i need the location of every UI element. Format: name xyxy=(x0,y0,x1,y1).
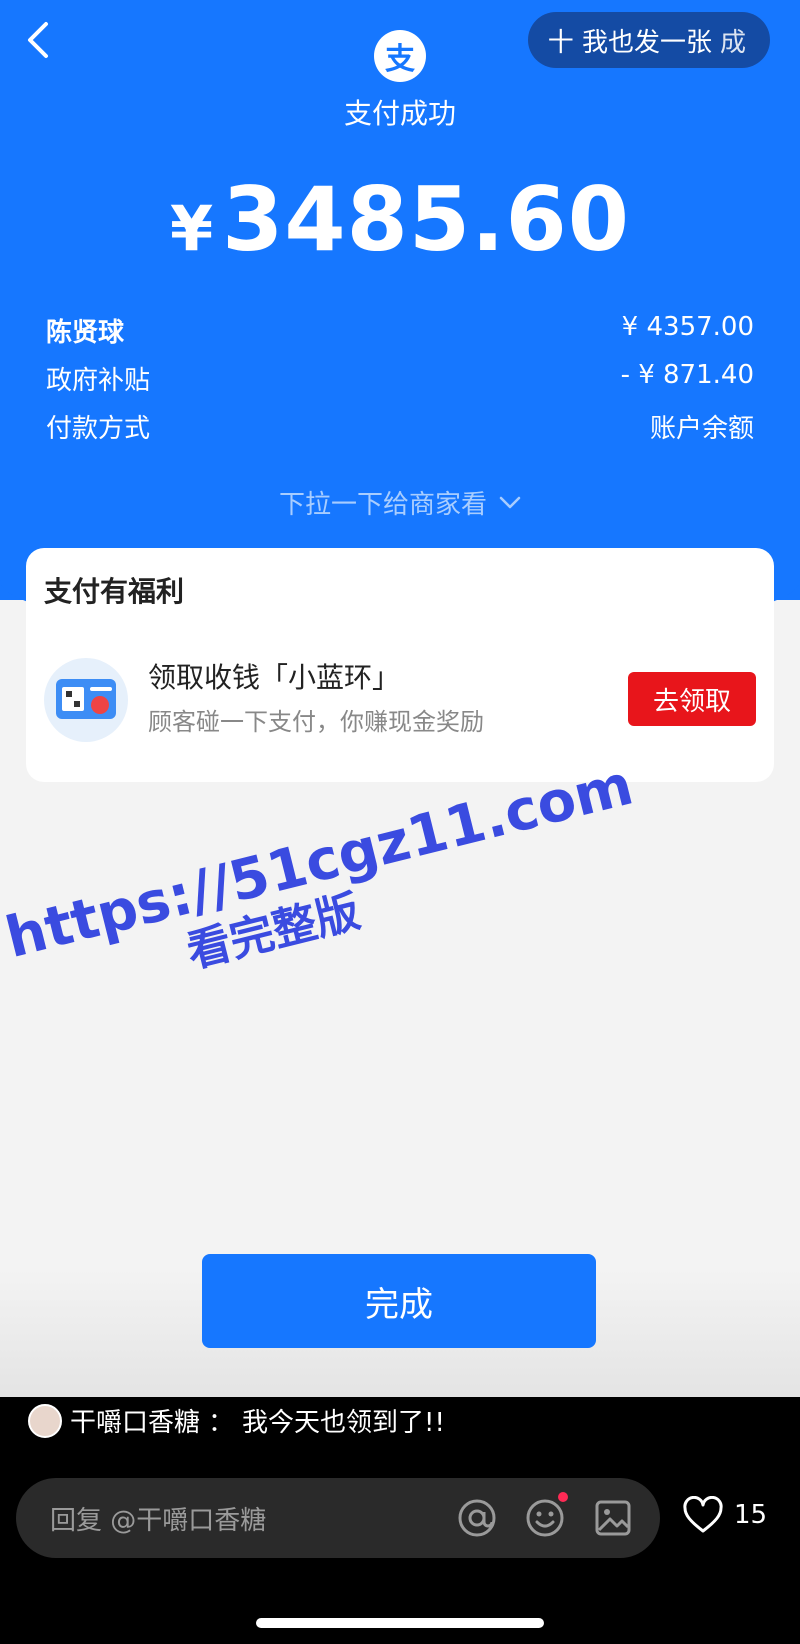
currency-symbol: ¥ xyxy=(170,192,215,265)
status-title: 支付成功 xyxy=(343,97,456,130)
back-button[interactable] xyxy=(18,18,58,62)
done-button[interactable]: 完成 xyxy=(202,1254,596,1348)
commenter-avatar xyxy=(28,1403,62,1438)
home-indicator xyxy=(256,1618,544,1628)
reply-placeholder: 回复 @干嚼口香糖 xyxy=(50,1505,267,1536)
like-count: 15 xyxy=(734,1500,768,1530)
payment-success-screen: 十 我也发一张成 支 支付成功 ¥3485.60 陈贤球 ¥ 4357.00 政… xyxy=(0,0,800,1397)
image-button[interactable] xyxy=(592,1492,634,1544)
alipay-logo-icon: 支 xyxy=(374,30,426,82)
share-label: 十 我也发一张 xyxy=(547,27,712,58)
blue-ring-promo-image xyxy=(44,658,128,742)
payment-method-label: 付款方式 xyxy=(46,414,151,444)
at-icon xyxy=(458,1499,496,1537)
pull-hint-text: 下拉一下给商家看 xyxy=(278,490,487,520)
like-button[interactable]: 15 xyxy=(682,1496,767,1534)
mention-button[interactable] xyxy=(456,1492,498,1544)
heart-icon xyxy=(683,1496,723,1533)
detail-row-payee: 陈贤球 ¥ 4357.00 xyxy=(46,312,754,349)
claim-button[interactable]: 去领取 xyxy=(628,672,756,726)
comment-separator: ： xyxy=(208,1408,235,1438)
reply-input[interactable]: 回复 @干嚼口香糖 xyxy=(16,1478,660,1558)
watermark: https://51cgz11.com 看完整版 xyxy=(0,752,639,1021)
promo-title: 领取收钱「小蓝环」 xyxy=(148,661,401,694)
image-icon xyxy=(595,1500,631,1536)
promo-subtitle: 顾客碰一下支付，你赚现金奖励 xyxy=(148,708,484,736)
chevron-down-icon xyxy=(499,496,521,508)
detail-row-method: 付款方式 账户余额 xyxy=(46,408,754,445)
comment-text: 我今天也领到了!! xyxy=(242,1408,445,1438)
pull-down-hint[interactable]: 下拉一下给商家看 xyxy=(0,484,800,521)
reply-toolbar xyxy=(456,1492,634,1544)
chevron-left-icon xyxy=(28,22,48,58)
benefit-card-title: 支付有福利 xyxy=(44,575,185,608)
logo-char: 支 xyxy=(385,42,415,77)
share-suffix: 成 xyxy=(719,27,746,58)
benefit-card: 支付有福利 领取收钱「小蓝环」 顾客碰一下支付，你赚现金奖励 去领取 xyxy=(26,548,774,782)
notification-dot xyxy=(558,1492,568,1502)
subsidy-label: 政府补贴 xyxy=(46,366,151,396)
qr-stand-icon xyxy=(56,679,116,719)
payee-name: 陈贤球 xyxy=(46,318,125,348)
payment-method-value: 账户余额 xyxy=(649,414,754,444)
subsidy-value: - ¥ 871.40 xyxy=(620,360,754,390)
detail-row-subsidy: 政府补贴 - ¥ 871.40 xyxy=(46,360,754,397)
original-price: ¥ 4357.00 xyxy=(621,312,754,342)
smile-icon xyxy=(526,1499,564,1537)
share-button[interactable]: 十 我也发一张成 xyxy=(527,12,770,68)
amount-value: 3485.60 xyxy=(222,168,630,271)
emoji-button[interactable] xyxy=(524,1492,568,1544)
payment-amount: ¥3485.60 xyxy=(0,168,800,271)
comment-line: 干嚼口香糖 ：我今天也领到了!! xyxy=(28,1402,445,1439)
commenter-name[interactable]: 干嚼口香糖 xyxy=(70,1402,200,1439)
